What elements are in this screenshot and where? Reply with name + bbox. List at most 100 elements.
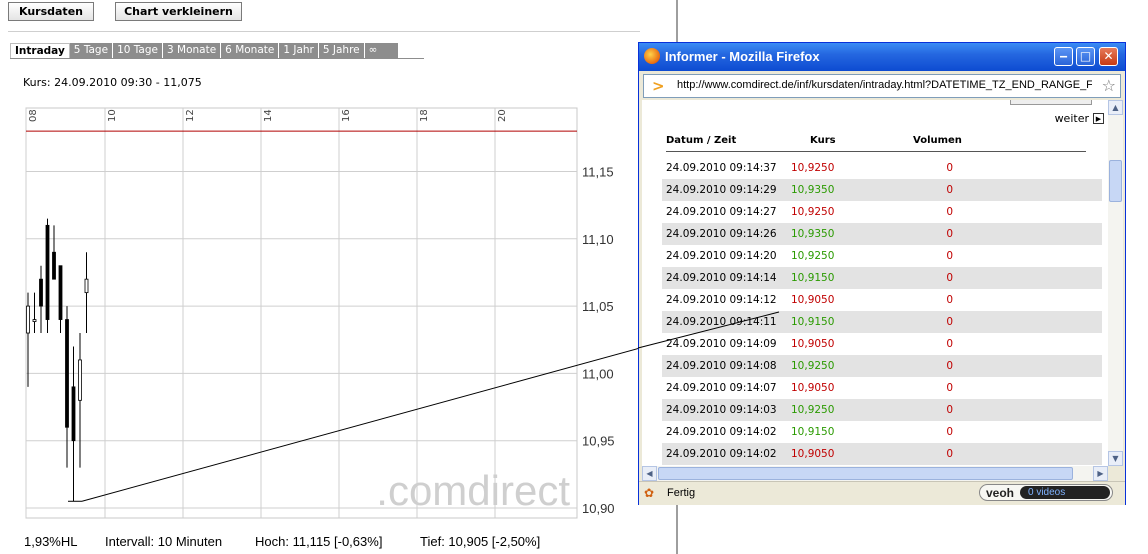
weiter-link[interactable]: weiter ▶ [1055, 112, 1104, 125]
close-icon[interactable]: ✕ [1099, 47, 1118, 66]
table-row: 24.09.2010 09:14:26 10,9350 0 [662, 223, 1102, 245]
row-time: 24.09.2010 09:14:09 [666, 338, 777, 350]
candle-body [39, 278, 43, 307]
comdirect-watermark: .comdirect [376, 467, 570, 514]
hl-value: 1,93%HL [24, 534, 78, 549]
status-icon: ✿ [644, 486, 655, 500]
x-tick-label: 20 [497, 109, 508, 122]
scroll-thumb[interactable] [1109, 160, 1122, 202]
row-kurs: 10,9050 [791, 338, 835, 350]
row-kurs: 10,9150 [791, 316, 835, 328]
bookmark-star-icon[interactable]: ☆ [1102, 76, 1116, 95]
table-row: 24.09.2010 09:14:02 10,9150 0 [662, 421, 1102, 443]
row-volumen: 0 [946, 272, 953, 284]
table-row: 24.09.2010 09:14:08 10,9250 0 [662, 355, 1102, 377]
header-kurs: Kurs [810, 135, 836, 146]
veoh-widget[interactable]: veoh 0 videos [979, 484, 1113, 501]
table-row: 24.09.2010 09:14:09 10,9050 0 [662, 333, 1102, 355]
firefox-icon [644, 48, 660, 64]
row-kurs: 10,9050 [791, 294, 835, 306]
row-kurs: 10,9350 [791, 184, 835, 196]
status-text: Fertig [667, 487, 696, 499]
row-kurs: 10,9250 [791, 250, 835, 262]
title-bar[interactable]: Informer - Mozilla Firefox ‒ □ ✕ [639, 43, 1125, 71]
x-tick-label: 10 [107, 109, 118, 122]
row-volumen: 0 [946, 426, 953, 438]
row-time: 24.09.2010 09:14:07 [666, 382, 777, 394]
hoch-value: Hoch: 11,115 [-0,63%] [255, 534, 383, 549]
x-tick-label: 18 [419, 109, 430, 122]
row-volumen: 0 [946, 184, 953, 196]
tief-value: Tief: 10,905 [-2,50%] [420, 534, 541, 549]
hscroll-thumb[interactable] [658, 467, 1073, 480]
header-datum: Datum / Zeit [666, 135, 737, 146]
row-time: 24.09.2010 09:14:08 [666, 360, 777, 372]
table-row: 24.09.2010 09:14:02 10,9050 0 [662, 443, 1102, 465]
next-arrow-icon[interactable]: ▶ [1093, 113, 1104, 124]
row-time: 24.09.2010 09:14:12 [666, 294, 777, 306]
x-tick-label: 12 [185, 109, 196, 122]
candle-body [78, 359, 82, 401]
veoh-logo: veoh [986, 486, 1015, 500]
row-time: 24.09.2010 09:14:26 [666, 228, 777, 240]
scroll-left-icon[interactable]: ◀ [642, 466, 657, 481]
row-time: 24.09.2010 09:14:11 [666, 316, 777, 328]
table-row: 24.09.2010 09:14:07 10,9050 0 [662, 377, 1102, 399]
x-tick-label: 14 [263, 109, 274, 122]
header-volumen: Volumen [913, 135, 962, 146]
row-kurs: 10,9250 [791, 404, 835, 416]
row-kurs: 10,9150 [791, 426, 835, 438]
y-tick-label: 11,15 [582, 165, 614, 180]
candle-body [52, 251, 56, 280]
page-content: weiter ▶ Datum / Zeit Kurs Volumen 24.09… [642, 100, 1108, 466]
intervall-value: Intervall: 10 Minuten [105, 534, 223, 549]
url-text[interactable]: http://www.comdirect.de/inf/kursdaten/in… [677, 79, 1092, 91]
y-tick-label: 11,10 [582, 232, 614, 247]
table-row: 24.09.2010 09:14:14 10,9150 0 [662, 267, 1102, 289]
row-kurs: 10,9250 [791, 360, 835, 372]
candle-body [58, 265, 63, 320]
y-tick-label: 11,05 [582, 299, 614, 314]
row-kurs: 10,9050 [791, 382, 835, 394]
scroll-up-icon[interactable]: ▲ [1108, 100, 1123, 115]
row-time: 24.09.2010 09:14:29 [666, 184, 777, 196]
hidden-button [1010, 100, 1092, 105]
y-tick-label: 11,00 [582, 366, 614, 381]
table-header: Datum / Zeit Kurs Volumen [666, 135, 1086, 152]
table-row: 24.09.2010 09:14:27 10,9250 0 [662, 201, 1102, 223]
candle-body [71, 386, 76, 442]
row-time: 24.09.2010 09:14:14 [666, 272, 777, 284]
minimize-icon[interactable]: ‒ [1054, 47, 1073, 66]
plot-area [25, 107, 578, 519]
veoh-videos[interactable]: 0 videos [1020, 486, 1110, 499]
scroll-right-icon[interactable]: ▶ [1093, 466, 1108, 481]
row-volumen: 0 [946, 316, 953, 328]
row-volumen: 0 [946, 404, 953, 416]
x-tick-label: 08 [28, 109, 39, 122]
window-title: Informer - Mozilla Firefox [665, 49, 820, 64]
candle-body [65, 319, 69, 428]
maximize-icon[interactable]: □ [1076, 47, 1095, 66]
row-time: 24.09.2010 09:14:02 [666, 426, 777, 438]
row-time: 24.09.2010 09:14:37 [666, 162, 777, 174]
row-volumen: 0 [946, 382, 953, 394]
row-kurs: 10,9250 [791, 206, 835, 218]
row-kurs: 10,9150 [791, 272, 835, 284]
weiter-label: weiter [1054, 112, 1089, 125]
row-volumen: 0 [946, 228, 953, 240]
candle-body [32, 319, 37, 322]
scroll-down-icon[interactable]: ▼ [1108, 451, 1123, 466]
url-bar[interactable]: > http://www.comdirect.de/inf/kursdaten/… [643, 74, 1121, 98]
horizontal-scrollbar[interactable]: ◀ ▶ [642, 466, 1108, 481]
candle-body [26, 305, 30, 334]
row-volumen: 0 [946, 250, 953, 262]
table-row: 24.09.2010 09:14:37 10,9250 0 [662, 157, 1102, 179]
y-tick-label: 10,90 [582, 501, 615, 516]
row-volumen: 0 [946, 448, 953, 460]
y-tick-label: 10,95 [582, 434, 615, 449]
table-row: 24.09.2010 09:14:20 10,9250 0 [662, 245, 1102, 267]
table-row: 24.09.2010 09:14:03 10,9250 0 [662, 399, 1102, 421]
vertical-scrollbar[interactable]: ▲ ▼ [1108, 100, 1123, 466]
x-tick-label: 16 [341, 109, 352, 122]
row-kurs: 10,9350 [791, 228, 835, 240]
